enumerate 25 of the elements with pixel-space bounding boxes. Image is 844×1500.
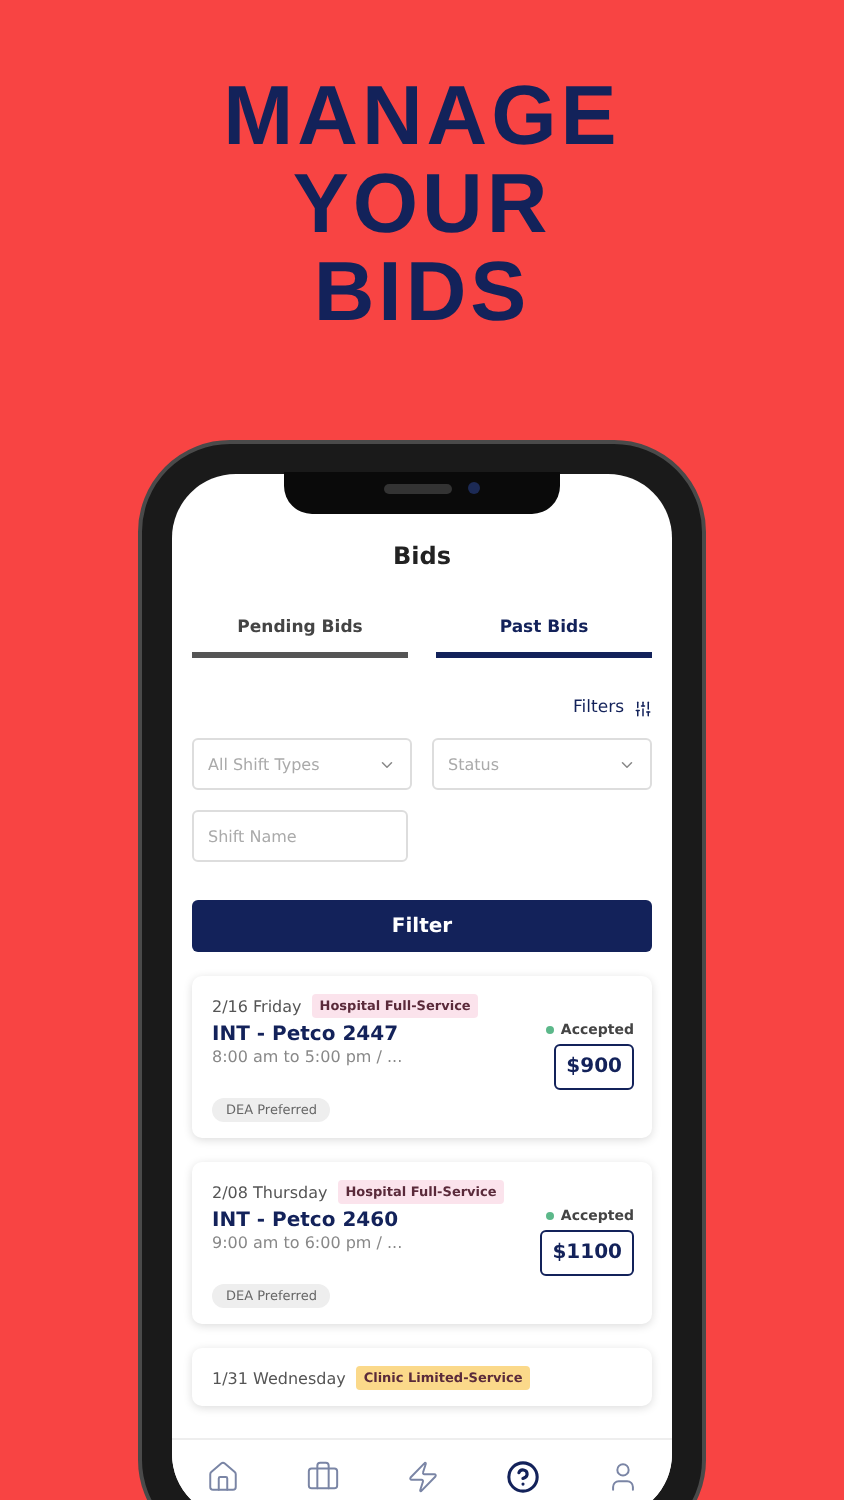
bid-date: 2/08 Thursday [212,1183,328,1201]
lightning-icon[interactable] [405,1460,439,1494]
bid-time: 8:00 am to 5:00 pm / ... [212,1048,403,1066]
bid-date: 1/31 Wednesday [212,1369,346,1387]
screen-title: Bids [391,542,453,570]
bid-date: 2/16 Friday [212,997,302,1015]
bid-title: INT - Petco 2460 [212,1210,399,1232]
tab[interactable]: Pending Bids [192,618,408,658]
status-dot [546,1026,555,1034]
home-icon[interactable] [205,1460,239,1494]
headline: YOUR [292,160,552,248]
help-icon[interactable] [505,1460,539,1494]
headline: BIDS [313,248,531,336]
filter-sliders-icon[interactable] [634,699,652,717]
filter-button[interactable]: Filter [192,900,652,952]
filters-link[interactable]: Filters [573,698,624,718]
headline: MANAGE [223,72,621,160]
briefcase-icon[interactable] [305,1460,339,1494]
bid-title: INT - Petco 2447 [212,1024,399,1046]
shift-name-field[interactable]: Shift Name [192,810,408,862]
bid-time: 9:00 am to 6:00 pm / ... [212,1234,403,1252]
tab[interactable]: Past Bids [436,618,652,658]
bid-amount: $1100 [540,1230,634,1276]
status-dot [546,1212,555,1220]
bid-amount: $900 [554,1044,634,1090]
